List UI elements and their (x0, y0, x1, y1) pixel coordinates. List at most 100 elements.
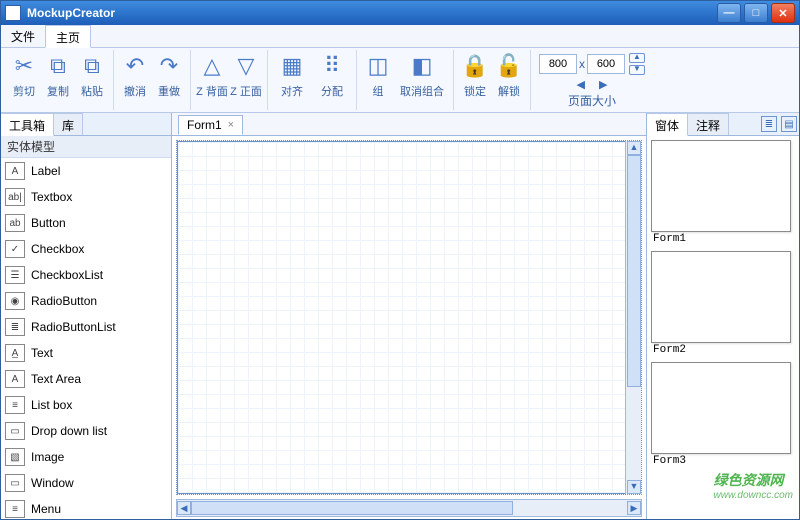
tool-item[interactable]: A̲ Text (1, 340, 171, 366)
form-thumbnail[interactable]: Form3 (651, 362, 795, 471)
align-button[interactable]: ▦对齐 (272, 50, 312, 108)
doc-tab-label: Form1 (187, 118, 222, 132)
tool-item[interactable]: ≣ RadioButtonList (1, 314, 171, 340)
tab-toolbox[interactable]: 工具箱 (1, 113, 54, 136)
body: 工具箱 库 实体模型 ALabelab|TextboxabButton✓Chec… (1, 113, 799, 519)
menubar: 文件 主页 (1, 25, 799, 48)
hscroll-thumb[interactable] (191, 501, 513, 515)
cut-button[interactable]: ✂剪切 (7, 50, 41, 108)
form-thumbnails: Form1 Form2 Form3 (647, 136, 799, 519)
undo-icon: ↶ (121, 50, 149, 82)
close-tab-icon[interactable]: × (228, 119, 234, 131)
form-thumbnail[interactable]: Form1 (651, 140, 795, 249)
tool-item[interactable]: ▭Window (1, 470, 171, 496)
z-front-button[interactable]: ▽Z 正面 (229, 50, 263, 108)
tool-list: ALabelab|TextboxabButton✓Checkbox☰Checkb… (1, 158, 171, 519)
tool-icon: ≣ (5, 318, 25, 336)
unlock-icon: 🔓 (495, 50, 523, 82)
tool-item[interactable]: ◉ RadioButton (1, 288, 171, 314)
unlock-button[interactable]: 🔓解锁 (492, 50, 526, 108)
tool-icon: ≡ (5, 500, 25, 518)
tool-label: Menu (31, 502, 61, 516)
tool-icon: ab (5, 214, 25, 232)
ribbon-zorder: △Z 背面 ▽Z 正面 (191, 50, 268, 110)
left-tabs: 工具箱 库 (1, 113, 171, 136)
send-back-icon: △ (198, 50, 226, 82)
scroll-down-icon[interactable]: ▼ (627, 480, 641, 494)
tool-icon: ◉ (5, 292, 25, 310)
scroll-up-icon[interactable]: ▲ (627, 141, 641, 155)
design-canvas[interactable] (177, 141, 641, 494)
tab-library[interactable]: 库 (54, 113, 83, 135)
tool-label: Text (31, 346, 53, 360)
minimize-button[interactable]: ― (717, 3, 741, 23)
titlebar[interactable]: MockupCreator ― □ ✕ (1, 1, 799, 25)
tool-label: RadioButtonList (31, 320, 116, 334)
thumbnail-label: Form2 (653, 344, 795, 356)
tab-notes[interactable]: 注释 (688, 113, 729, 135)
tool-icon: ✓ (5, 240, 25, 258)
vertical-scrollbar[interactable]: ▲ ▼ (625, 140, 642, 495)
form-thumbnail[interactable]: Form2 (651, 251, 795, 360)
scroll-left-icon[interactable]: ◀ (177, 501, 191, 515)
tool-icon: A̲ (5, 344, 25, 362)
bring-front-icon: ▽ (232, 50, 260, 82)
tool-item[interactable]: ✓Checkbox (1, 236, 171, 262)
menu-home[interactable]: 主页 (45, 25, 91, 48)
paste-button[interactable]: ⧉粘贴 (75, 50, 109, 108)
tool-item[interactable]: abButton (1, 210, 171, 236)
horizontal-scrollbar[interactable]: ◀ ▶ (176, 499, 642, 517)
distribute-icon: ⠿ (318, 50, 346, 82)
tool-icon: ▭ (5, 474, 25, 492)
canvas-area[interactable]: ▲ ▼ (176, 140, 642, 495)
tool-icon: ≡ (5, 396, 25, 414)
scroll-right-icon[interactable]: ▶ (627, 501, 641, 515)
ungroup-button[interactable]: ◧取消组合 (395, 50, 449, 108)
distribute-button[interactable]: ⠿分配 (312, 50, 352, 108)
thumb-view-icon[interactable]: ▤ (781, 116, 797, 132)
z-back-button[interactable]: △Z 背面 (195, 50, 229, 108)
tool-icon: ab| (5, 188, 25, 206)
tool-label: Text Area (31, 372, 81, 386)
tool-item[interactable]: ▭Drop down list (1, 418, 171, 444)
thumbnail-preview (651, 140, 791, 232)
tool-item[interactable]: A Text Area (1, 366, 171, 392)
tool-icon: A (5, 370, 25, 388)
ribbon-align: ▦对齐 ⠿分配 (268, 50, 357, 110)
lock-button[interactable]: 🔒锁定 (458, 50, 492, 108)
tool-label: Image (31, 450, 64, 464)
thumbnail-label: Form3 (653, 455, 795, 467)
undo-button[interactable]: ↶撤消 (118, 50, 152, 108)
tool-item[interactable]: ▧Image (1, 444, 171, 470)
tool-item[interactable]: ≡ Menu (1, 496, 171, 519)
tab-forms[interactable]: 窗体 (647, 113, 688, 136)
window-controls: ― □ ✕ (717, 3, 795, 23)
tool-item[interactable]: ALabel (1, 158, 171, 184)
vscroll-thumb[interactable] (627, 155, 641, 387)
page-size-spinner[interactable]: ▲▼ (629, 52, 645, 76)
align-icon: ▦ (278, 50, 306, 82)
page-next-icon[interactable]: ▶ (599, 78, 607, 91)
thumbnail-preview (651, 362, 791, 454)
document-tabs: Form1 × (172, 113, 646, 136)
tool-item[interactable]: ☰CheckboxList (1, 262, 171, 288)
tool-label: List box (31, 398, 72, 412)
maximize-button[interactable]: □ (744, 3, 768, 23)
doc-tab-form1[interactable]: Form1 × (178, 115, 243, 135)
page-height-input[interactable] (587, 54, 625, 74)
right-panel: 窗体 注释 ≣ ▤ Form1Form2Form3 绿色资源网 www.down… (646, 113, 799, 519)
group-button[interactable]: ◫组 (361, 50, 395, 108)
menu-file[interactable]: 文件 (1, 25, 45, 47)
tool-item[interactable]: ≡ List box (1, 392, 171, 418)
copy-button[interactable]: ⧉复制 (41, 50, 75, 108)
page-width-input[interactable] (539, 54, 577, 74)
tool-label: RadioButton (31, 294, 97, 308)
redo-button[interactable]: ↷重做 (152, 50, 186, 108)
paste-icon: ⧉ (78, 50, 106, 82)
page-prev-icon[interactable]: ◀ (577, 78, 585, 91)
tool-item[interactable]: ab|Textbox (1, 184, 171, 210)
tool-icon: A (5, 162, 25, 180)
close-button[interactable]: ✕ (771, 3, 795, 23)
list-view-icon[interactable]: ≣ (761, 116, 777, 132)
app-window: MockupCreator ― □ ✕ 文件 主页 ✂剪切 ⧉复制 ⧉粘贴 ↶撤… (0, 0, 800, 520)
